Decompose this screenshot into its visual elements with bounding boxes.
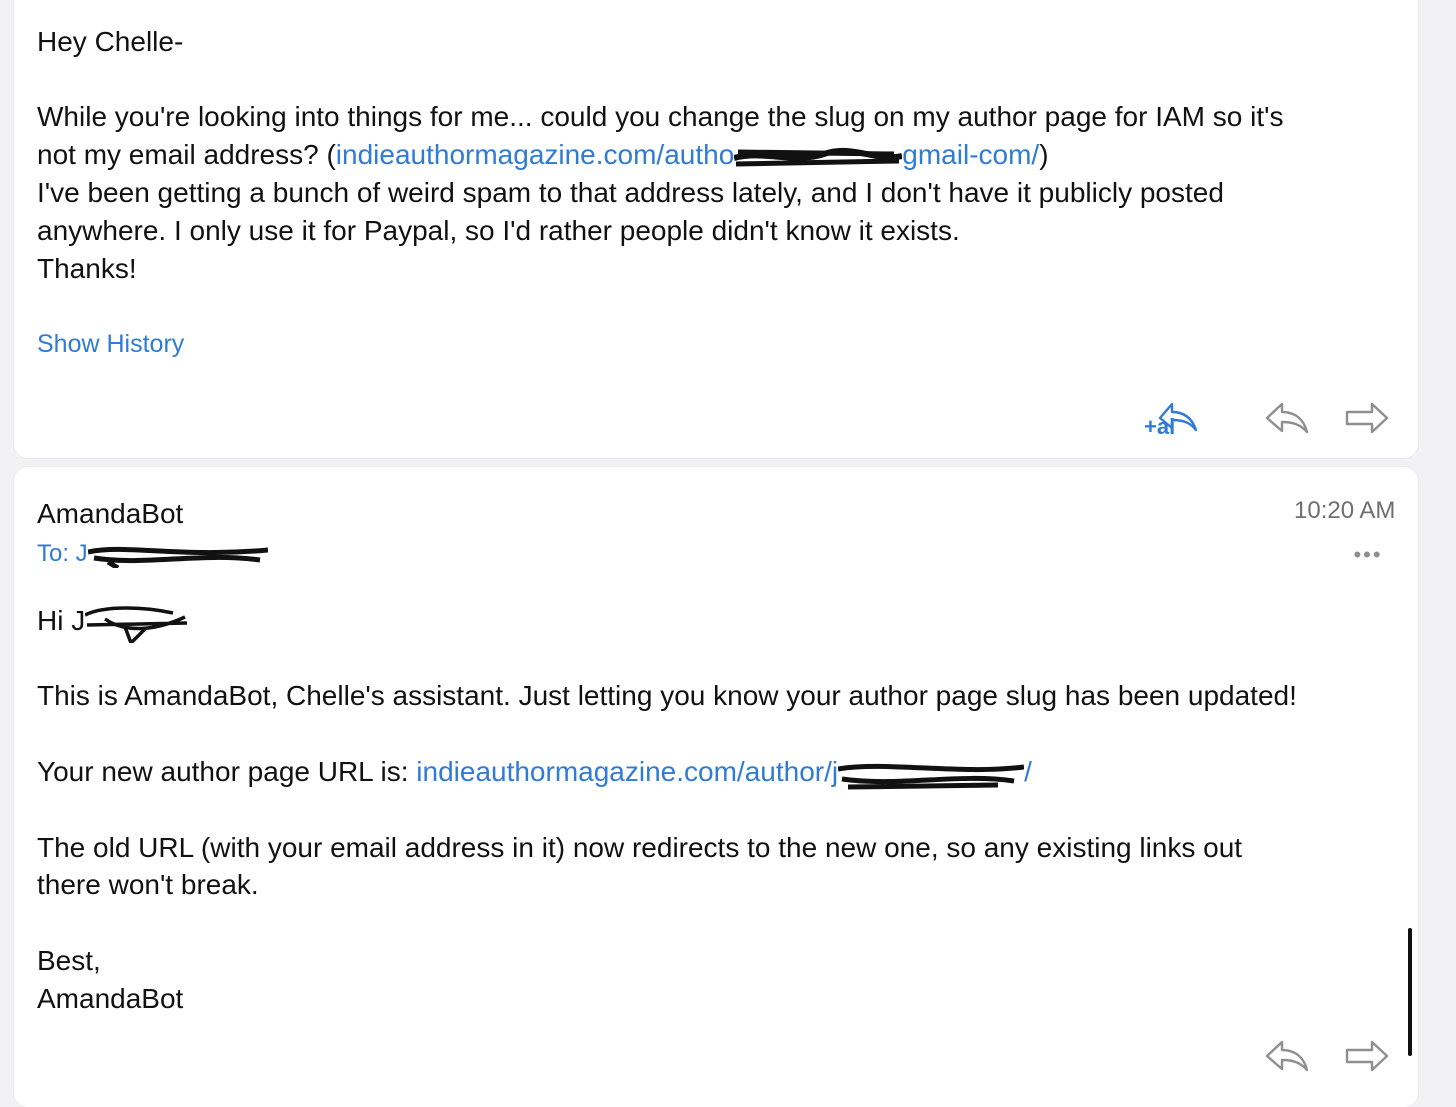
- body-text: ): [1039, 139, 1049, 170]
- message-time: 10:20 AM: [1294, 497, 1396, 524]
- body-line: This is AmandaBot, Chelle's assistant. J…: [37, 680, 1297, 711]
- body-text: Your new author page URL is:: [37, 756, 417, 787]
- greeting-text: Hey Chelle-: [37, 26, 184, 57]
- scroll-indicator[interactable]: [1408, 928, 1412, 1056]
- body-text: not my email address? (: [37, 139, 336, 170]
- body-line: there won't break.: [37, 869, 259, 900]
- reply-icon[interactable]: [1264, 1040, 1310, 1072]
- sender-name: AmandaBot: [37, 498, 184, 529]
- signature-text: AmandaBot: [37, 983, 184, 1014]
- new-author-url-link[interactable]: indieauthormagazine.com/author/j /: [416, 756, 1032, 790]
- recipient-line[interactable]: To: J: [37, 535, 268, 573]
- hi-line: Hi J: [37, 602, 195, 643]
- show-history-link[interactable]: Show History: [37, 325, 184, 363]
- body-line: not my email address? (indieauthormagazi…: [37, 136, 1049, 174]
- more-icon[interactable]: •••: [1346, 542, 1390, 567]
- redaction-scribble: [838, 763, 1025, 790]
- reply-icon[interactable]: [1264, 402, 1310, 434]
- url-line: Your new author page URL is: indieauthor…: [37, 753, 1032, 791]
- ai-reply-icon[interactable]: +ai: [1142, 398, 1200, 440]
- redaction-scribble: [734, 147, 903, 167]
- body-line: While you're looking into things for me.…: [37, 101, 1284, 132]
- signoff-text: Best,: [37, 945, 101, 976]
- thanks-text: Thanks!: [37, 253, 137, 284]
- body-line: I've been getting a bunch of weird spam …: [37, 177, 1224, 208]
- forward-icon[interactable]: [1344, 402, 1390, 434]
- forward-icon[interactable]: [1344, 1040, 1390, 1072]
- author-url-link[interactable]: indieauthormagazine.com/autho gmail-com/: [336, 139, 1039, 170]
- redaction-scribble: [87, 546, 268, 568]
- body-line: The old URL (with your email address in …: [37, 832, 1243, 863]
- body-line: anywhere. I only use it for Paypal, so I…: [37, 215, 960, 246]
- ai-label: +ai: [1144, 414, 1176, 439]
- redaction-scribble: [85, 605, 188, 643]
